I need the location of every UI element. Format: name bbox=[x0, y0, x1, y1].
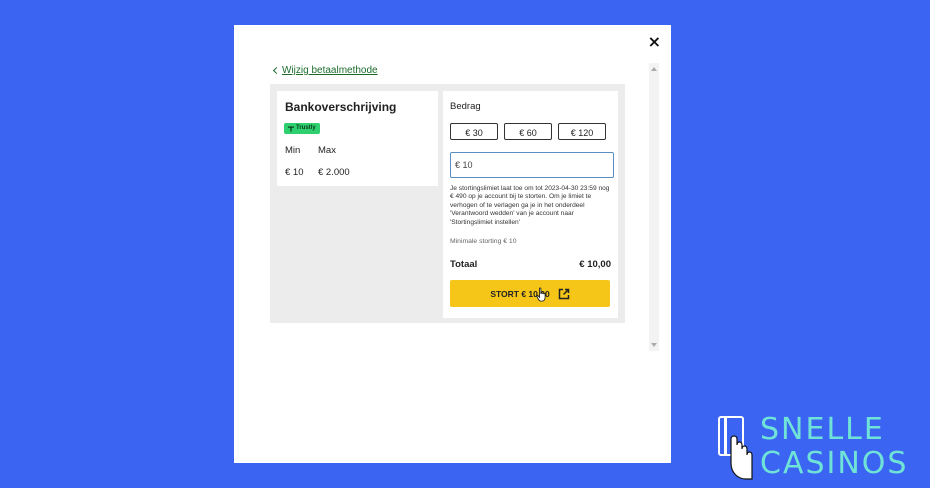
trustly-badge-label: Trustly bbox=[296, 125, 316, 131]
back-link[interactable]: Wijzig betaalmethode bbox=[272, 65, 378, 76]
preset-30-button[interactable]: € 30 bbox=[450, 123, 498, 140]
deposit-modal: × Wijzig betaalmethode Bankoverschrijvin… bbox=[234, 25, 671, 463]
trustly-badge: Trustly bbox=[284, 123, 320, 134]
min-value: € 10 bbox=[285, 167, 304, 178]
preset-120-button[interactable]: € 120 bbox=[558, 123, 606, 140]
amount-card: Bedrag € 30 € 60 € 120 Je stortingslimie… bbox=[443, 91, 618, 318]
external-link-icon bbox=[558, 288, 569, 299]
deposit-button[interactable]: STORT € 10,00 bbox=[450, 280, 610, 307]
minimum-deposit-note: Minimale storting € 10 bbox=[450, 238, 517, 245]
amount-input[interactable] bbox=[450, 152, 614, 178]
chevron-left-icon bbox=[272, 66, 281, 75]
scrollbar[interactable] bbox=[649, 63, 659, 351]
back-link-label: Wijzig betaalmethode bbox=[282, 65, 378, 76]
deposit-limit-notice: Je stortingslimiet laat toe om tot 2023-… bbox=[450, 185, 610, 226]
method-title: Bankoverschrijving bbox=[285, 100, 397, 114]
logo-text-casinos: CASINOS bbox=[760, 446, 909, 481]
max-value: € 2.000 bbox=[318, 167, 350, 178]
snelle-casinos-logo: SNELLE CASINOS bbox=[716, 411, 922, 481]
method-card: Bankoverschrijving Trustly Min Max € 10 … bbox=[277, 91, 438, 186]
preset-60-button[interactable]: € 60 bbox=[504, 123, 552, 140]
preset-amounts: € 30 € 60 € 120 bbox=[450, 123, 606, 140]
card-hand-logo-icon bbox=[718, 416, 753, 480]
logo-text-snelle: SNELLE bbox=[760, 412, 885, 447]
total-value: € 10,00 bbox=[579, 259, 611, 270]
amount-label: Bedrag bbox=[450, 101, 481, 112]
min-label: Min bbox=[285, 145, 301, 156]
max-label: Max bbox=[318, 145, 336, 156]
close-icon[interactable]: × bbox=[648, 34, 661, 50]
scroll-down-icon[interactable] bbox=[651, 343, 657, 347]
payment-panel: Bankoverschrijving Trustly Min Max € 10 … bbox=[270, 84, 625, 323]
trustly-icon bbox=[288, 126, 294, 131]
hand-cursor-icon bbox=[536, 287, 546, 302]
total-label: Totaal bbox=[450, 259, 478, 270]
scroll-up-icon[interactable] bbox=[651, 67, 657, 71]
